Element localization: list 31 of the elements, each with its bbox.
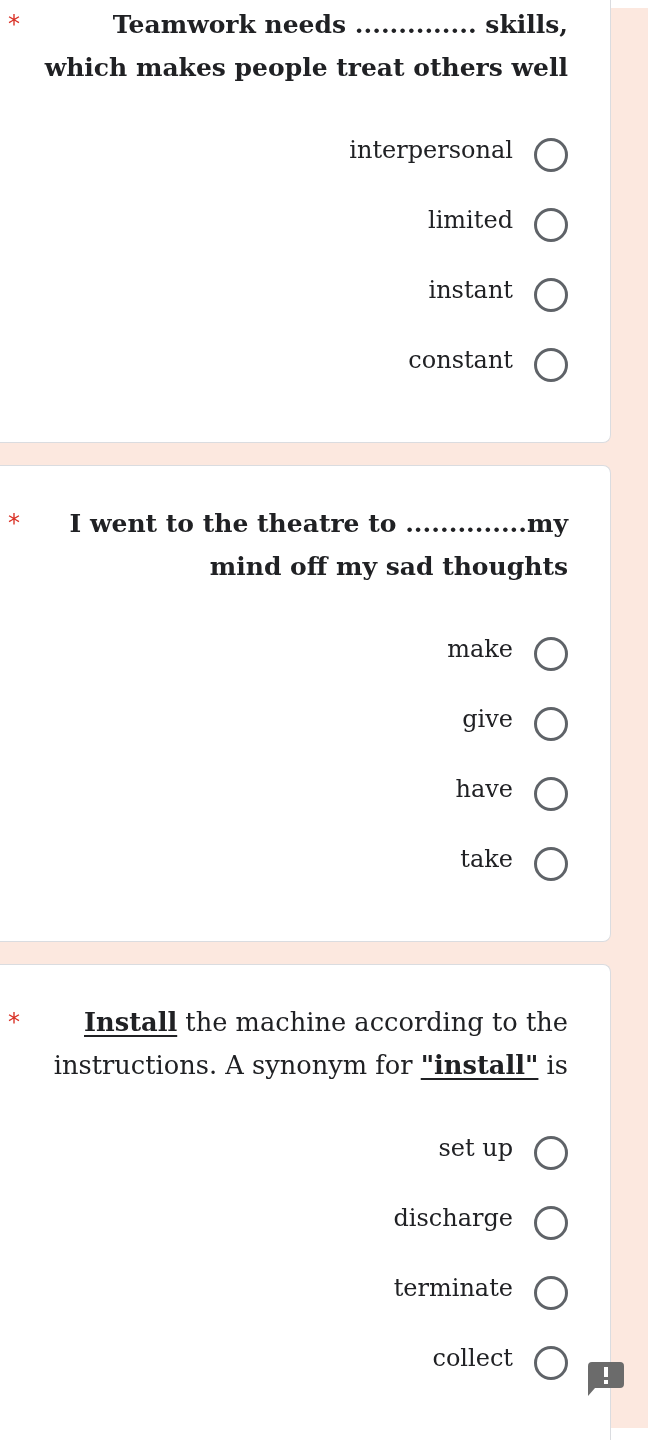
option-label[interactable]: set up [438,1132,513,1164]
radio-button[interactable] [534,1346,568,1380]
radio-button[interactable] [534,208,568,242]
option-label[interactable]: collect [432,1342,513,1374]
radio-button[interactable] [534,777,568,811]
option-label[interactable]: instant [428,274,513,306]
option-label[interactable]: have [455,773,513,805]
radio-button[interactable] [534,278,568,312]
radio-button[interactable] [534,1206,568,1240]
radio-button[interactable] [534,138,568,172]
question-title: Teamwork needs .............. skills, which makes people treat others well [43,9,568,84]
question-title: I went to the theatre to ..............my mind off my sad thoughts [68,508,568,583]
option-label[interactable]: interpersonal [349,134,513,166]
radio-button[interactable] [534,847,568,881]
radio-button[interactable] [534,1276,568,1310]
question-title: Install the machine according to the instructions. A synonym for "install" is [52,1006,568,1082]
required-asterisk: * [8,509,20,537]
option-label[interactable]: terminate [393,1272,513,1304]
radio-button[interactable] [534,637,568,671]
radio-button[interactable] [534,348,568,382]
option-label[interactable]: constant [408,344,513,376]
radio-button[interactable] [534,1136,568,1170]
required-asterisk: * [8,1008,20,1036]
radio-button[interactable] [534,707,568,741]
option-label[interactable]: take [460,843,513,875]
option-label[interactable]: limited [428,204,513,236]
option-label[interactable]: make [447,633,513,665]
exclamation-bubble-icon[interactable] [588,1361,624,1397]
required-asterisk: * [8,10,20,38]
option-label[interactable]: give [462,703,513,735]
option-label[interactable]: discharge [393,1202,513,1234]
